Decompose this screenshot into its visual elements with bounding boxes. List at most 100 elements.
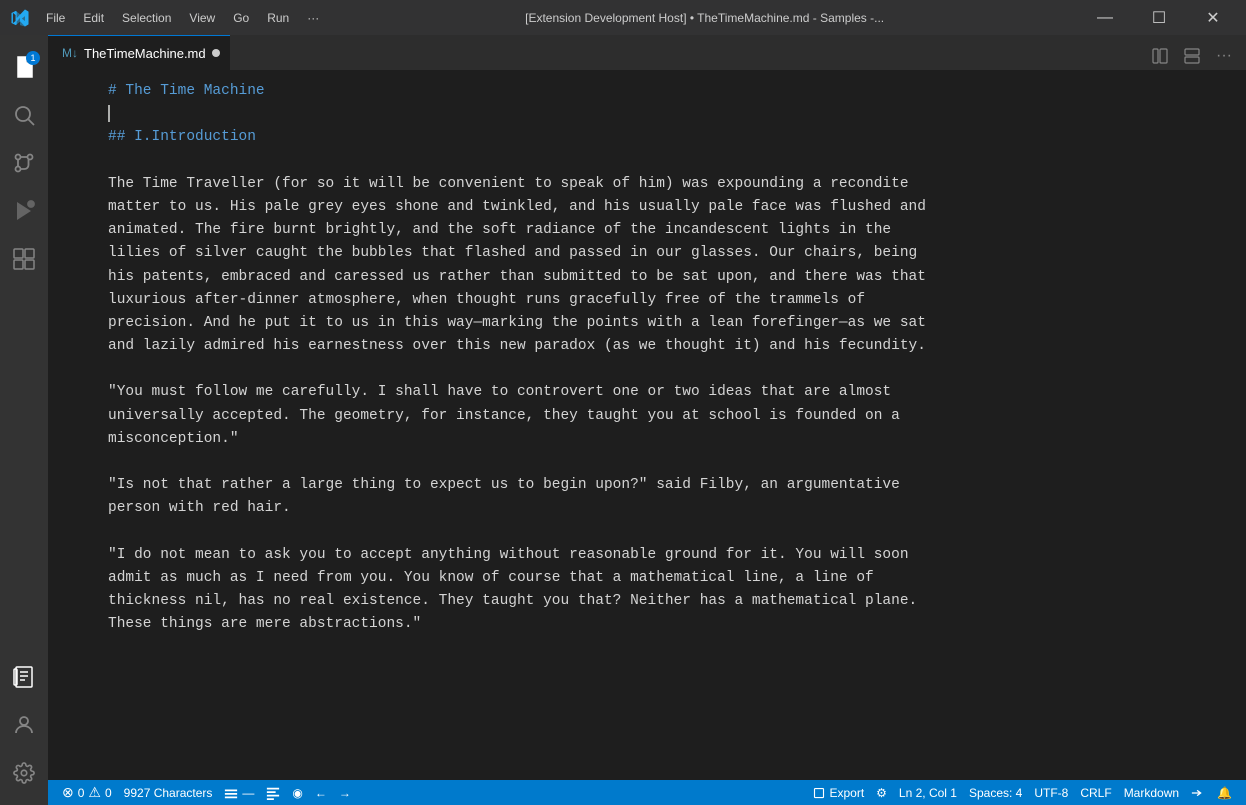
editor-line: "You must follow me carefully. I shall h… xyxy=(108,381,1226,404)
editor-line xyxy=(108,521,1226,544)
warning-count: 0 xyxy=(105,786,112,800)
editor-line: ## I.Introduction xyxy=(108,126,1226,149)
text-cursor xyxy=(108,105,110,122)
window-controls: — ☐ ✕ xyxy=(1082,0,1236,35)
menu-go[interactable]: Go xyxy=(225,8,257,28)
editor-line: animated. The fire burnt brightly, and t… xyxy=(108,219,1226,242)
status-errors[interactable]: ⊗ 0 ⚠ 0 xyxy=(56,780,118,805)
activity-bar: 1 xyxy=(0,35,48,805)
editor-line: misconception." xyxy=(108,428,1226,451)
activity-search[interactable] xyxy=(0,91,48,139)
close-button[interactable]: ✕ xyxy=(1190,0,1236,35)
menu-view[interactable]: View xyxy=(181,8,223,28)
editor-layout-button[interactable] xyxy=(1178,42,1206,70)
tab-file-icon: M↓ xyxy=(62,46,78,60)
status-nav-forward[interactable]: → xyxy=(333,780,357,805)
editor-line-cursor xyxy=(108,103,1226,126)
menu-more[interactable]: ··· xyxy=(299,8,327,28)
editor-line: The Time Traveller (for so it will be co… xyxy=(108,173,1226,196)
indent-icon xyxy=(1191,786,1205,800)
editor-line xyxy=(108,451,1226,474)
tab-modified-dot xyxy=(212,49,220,57)
tab-filename: TheTimeMachine.md xyxy=(84,46,206,61)
cursor-position: Ln 2, Col 1 xyxy=(899,786,957,800)
encoding-label: UTF-8 xyxy=(1034,786,1068,800)
activity-source-control[interactable] xyxy=(0,139,48,187)
nav-forward-icon: → xyxy=(339,786,351,800)
status-diff-nav[interactable]: — xyxy=(218,780,260,805)
export-label: Export xyxy=(829,786,864,800)
window-title: [Extension Development Host] • TheTimeMa… xyxy=(327,11,1082,25)
editor-line xyxy=(108,150,1226,173)
status-encoding[interactable]: UTF-8 xyxy=(1028,780,1074,805)
editor-line: matter to us. His pale grey eyes shone a… xyxy=(108,196,1226,219)
split-editor-button[interactable] xyxy=(1146,42,1174,70)
maximize-button[interactable]: ☐ xyxy=(1136,0,1182,35)
more-actions-button[interactable]: ··· xyxy=(1210,42,1238,70)
diff-icon xyxy=(224,786,238,800)
editor-text-area[interactable]: # The Time Machine ## I.Introduction The… xyxy=(48,70,1246,780)
status-nav-back[interactable]: ← xyxy=(309,780,333,805)
menu-file[interactable]: File xyxy=(38,8,73,28)
menu-run[interactable]: Run xyxy=(259,8,297,28)
status-line-ending[interactable]: CRLF xyxy=(1074,780,1117,805)
editor-line: admit as much as I need from you. You kn… xyxy=(108,567,1226,590)
editor-content: # The Time Machine ## I.Introduction The… xyxy=(48,70,1246,780)
character-count: 9927 Characters xyxy=(124,786,213,800)
editor-line: # The Time Machine xyxy=(108,80,1226,103)
status-export[interactable]: Export xyxy=(807,780,870,805)
export-icon xyxy=(813,787,825,799)
editor-line xyxy=(108,358,1226,381)
editor-line: "Is not that rather a large thing to exp… xyxy=(108,474,1226,497)
status-spaces[interactable]: Spaces: 4 xyxy=(963,780,1028,805)
diff-label: — xyxy=(242,786,254,800)
editor-line: universally accepted. The geometry, for … xyxy=(108,405,1226,428)
editor-line: thickness nil, has no real existence. Th… xyxy=(108,590,1226,613)
editor-line: precision. And he put it to us in this w… xyxy=(108,312,1226,335)
editor-line: "I do not mean to ask you to accept anyt… xyxy=(108,544,1226,567)
activity-extensions[interactable] xyxy=(0,235,48,283)
activity-run-debug[interactable] xyxy=(0,187,48,235)
menu-edit[interactable]: Edit xyxy=(75,8,112,28)
feedback-icon: ◉ xyxy=(292,786,302,800)
vscode-logo xyxy=(10,8,30,28)
activity-explorer[interactable]: 1 xyxy=(0,43,48,91)
status-indent[interactable] xyxy=(1185,780,1211,805)
editor-line: lilies of silver caught the bubbles that… xyxy=(108,242,1226,265)
editor-line: his patents, embraced and caressed us ra… xyxy=(108,266,1226,289)
tab-actions: ··· xyxy=(1138,42,1246,70)
editor-line: luxurious after-dinner atmosphere, when … xyxy=(108,289,1226,312)
menu-selection[interactable]: Selection xyxy=(114,8,179,28)
bell-icon: 🔔 xyxy=(1217,786,1232,800)
format-icon xyxy=(266,786,280,800)
activity-notebook[interactable] xyxy=(0,653,48,701)
active-tab[interactable]: M↓ TheTimeMachine.md xyxy=(48,35,230,70)
settings-icon: ⚙ xyxy=(876,786,887,800)
nav-back-icon: ← xyxy=(315,786,327,800)
status-language[interactable]: Markdown xyxy=(1118,780,1185,805)
status-format[interactable] xyxy=(260,780,286,805)
warning-icon: ⚠ xyxy=(88,784,101,801)
editor-area: M↓ TheTimeMachine.md ··· # The Time Mach… xyxy=(48,35,1246,805)
status-characters[interactable]: 9927 Characters xyxy=(118,780,219,805)
status-feedback[interactable]: ◉ xyxy=(286,780,308,805)
status-settings[interactable]: ⚙ xyxy=(870,780,893,805)
menu-bar: File Edit Selection View Go Run ··· xyxy=(38,8,327,28)
line-ending-label: CRLF xyxy=(1080,786,1111,800)
editor-line: These things are mere abstractions." xyxy=(108,613,1226,636)
editor-line: and lazily admired his earnestness over … xyxy=(108,335,1226,358)
editor-line: person with red hair. xyxy=(108,497,1226,520)
status-bell[interactable]: 🔔 xyxy=(1211,780,1238,805)
status-position[interactable]: Ln 2, Col 1 xyxy=(893,780,963,805)
explorer-badge: 1 xyxy=(26,51,40,65)
language-label: Markdown xyxy=(1124,786,1179,800)
title-bar: File Edit Selection View Go Run ··· [Ext… xyxy=(0,0,1246,35)
tab-bar: M↓ TheTimeMachine.md ··· xyxy=(48,35,1246,70)
spaces-label: Spaces: 4 xyxy=(969,786,1022,800)
activity-settings[interactable] xyxy=(0,749,48,797)
error-icon: ⊗ xyxy=(62,784,74,801)
status-bar: ⊗ 0 ⚠ 0 9927 Characters — ◉ ← → xyxy=(48,780,1246,805)
main-layout: 1 M↓ TheTimeMachine.md xyxy=(0,35,1246,805)
minimize-button[interactable]: — xyxy=(1082,0,1128,35)
activity-account[interactable] xyxy=(0,701,48,749)
